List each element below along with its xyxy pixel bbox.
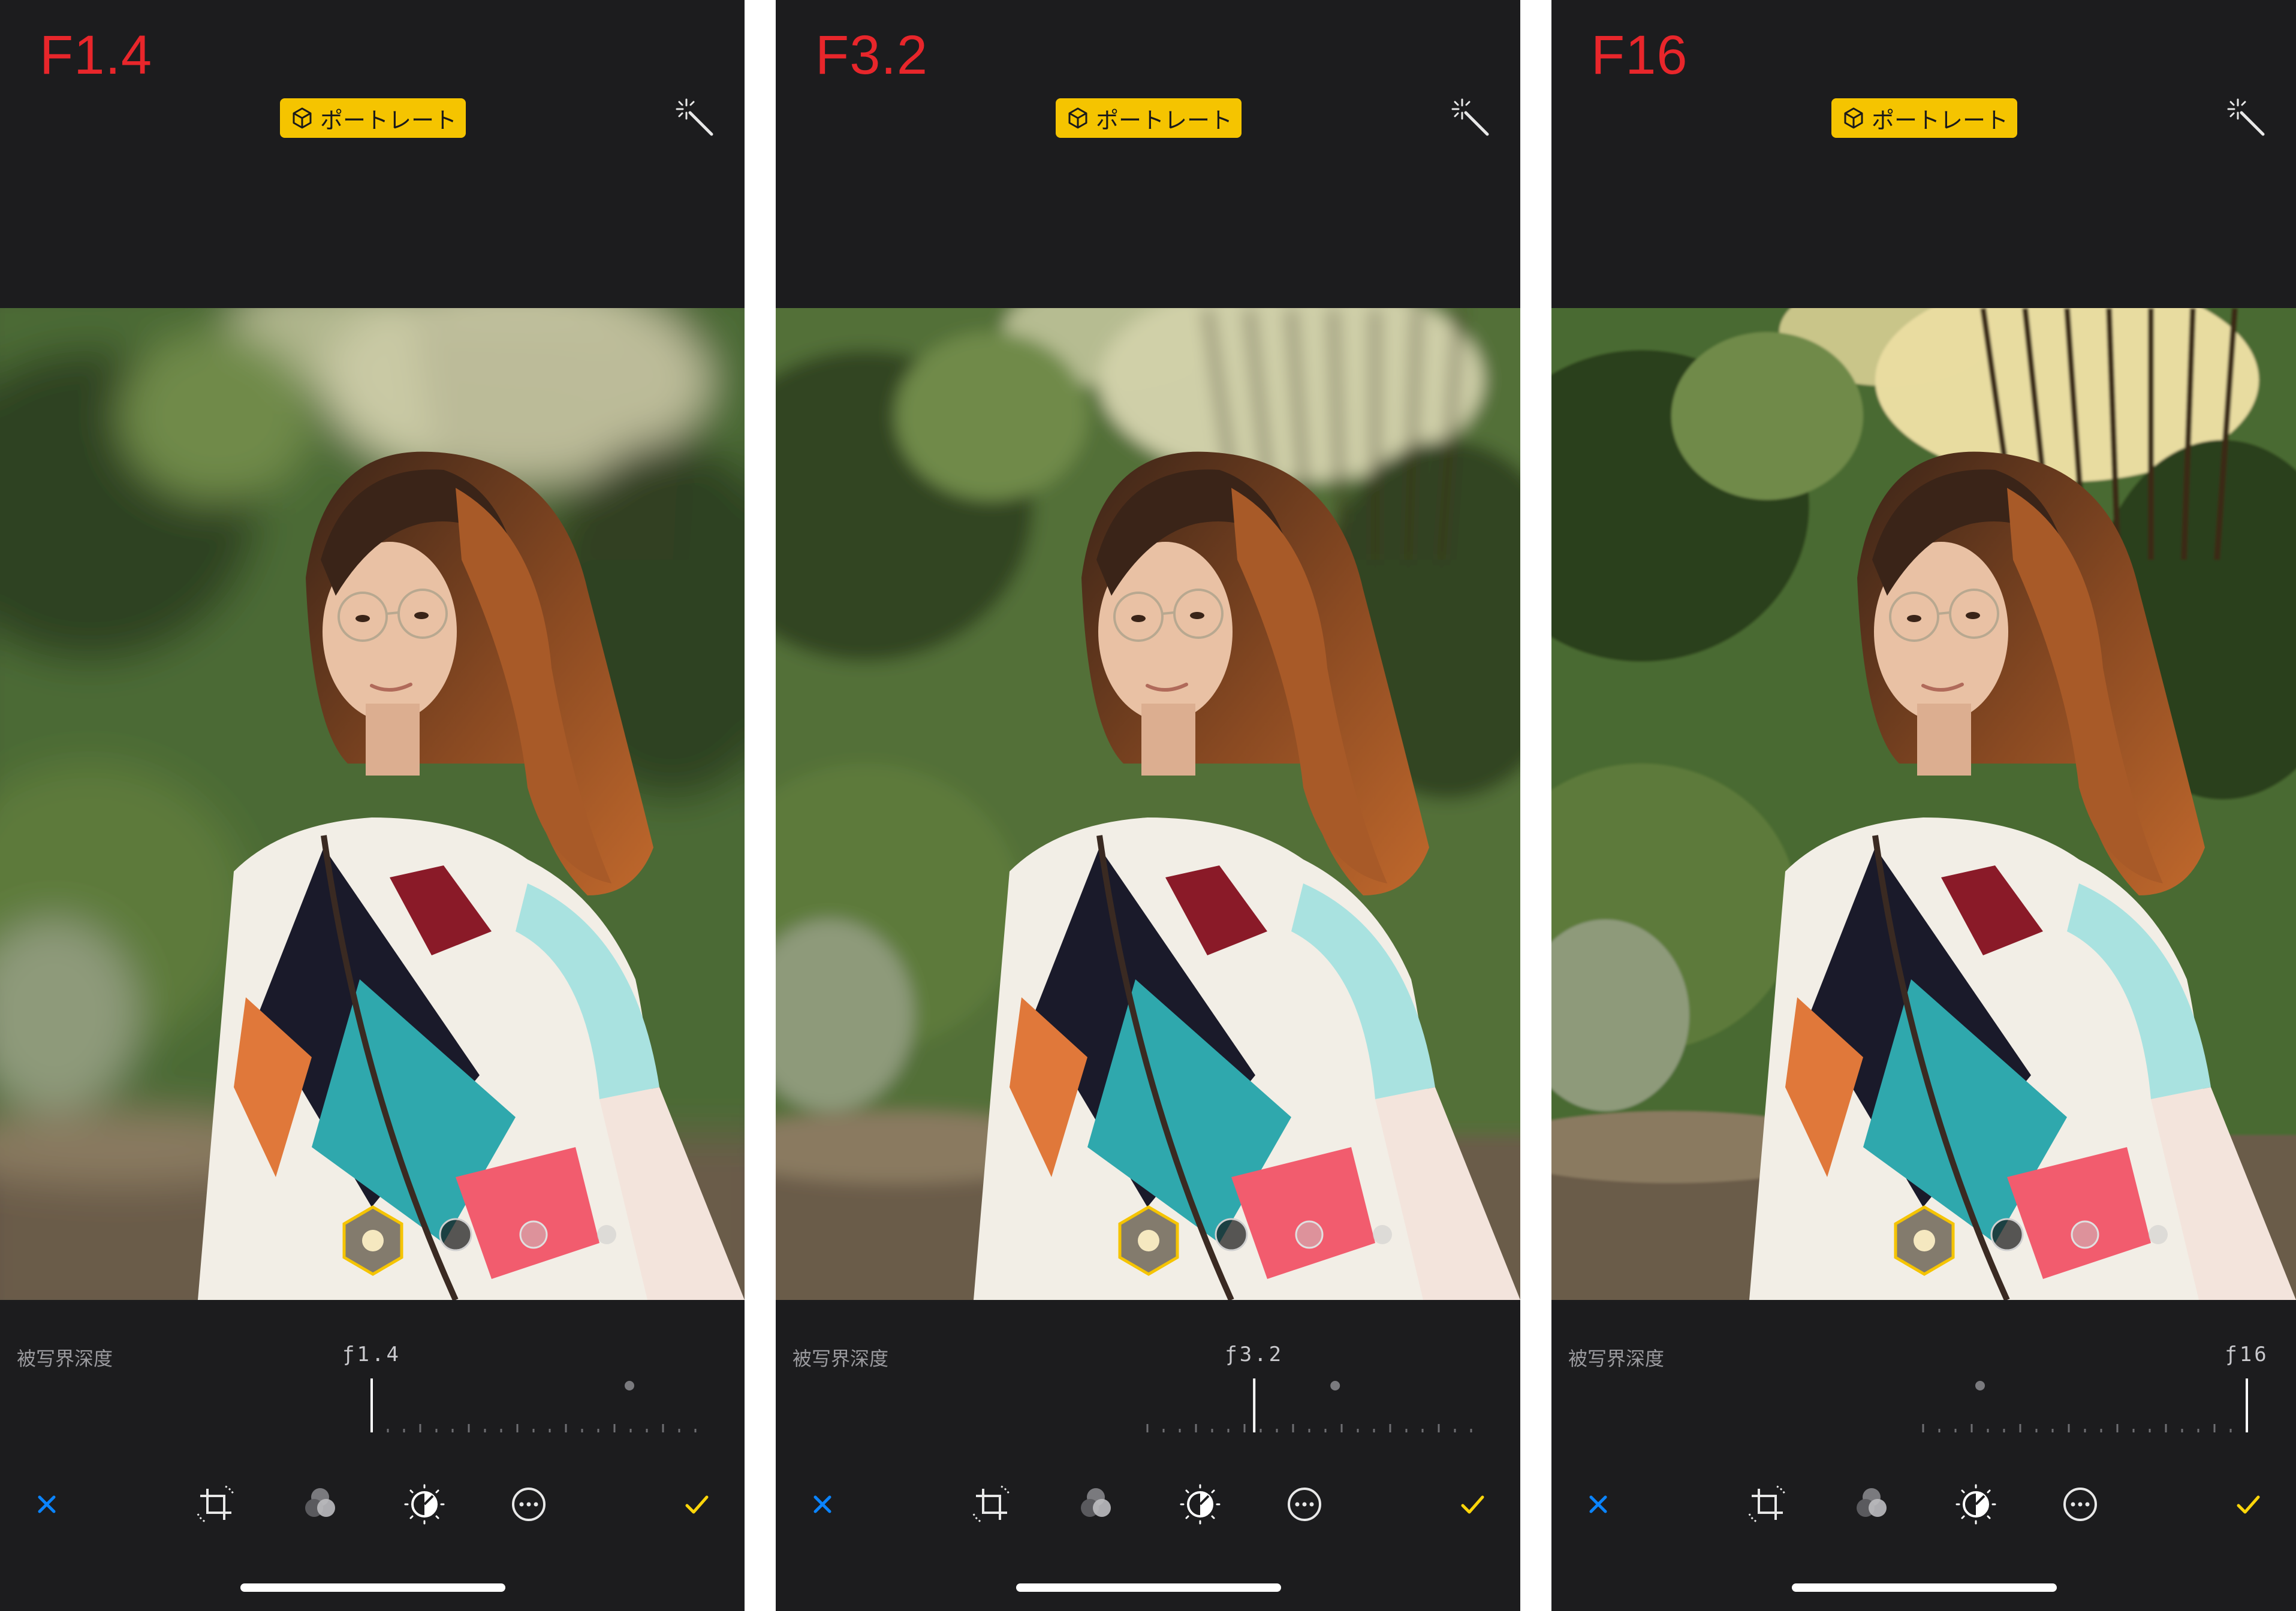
cancel-button[interactable] [23,1480,71,1528]
magic-wand-icon[interactable] [674,97,716,139]
depth-control: 被写界深度 ƒ16 [1551,1337,2296,1432]
done-check-icon [685,1495,709,1514]
crop-rotate-button[interactable] [192,1480,240,1528]
portrait-photo [776,308,1520,1300]
depth-slider[interactable] [0,1337,745,1432]
home-indicator [240,1583,505,1592]
cancel-x-icon [38,1495,56,1513]
default-depth-marker [625,1381,634,1390]
depth-control: 被写界深度 ƒ1.4 [0,1337,745,1432]
depth-slider[interactable] [776,1337,1520,1432]
more-options-icon [1288,1488,1321,1521]
done-button[interactable] [2224,1480,2272,1528]
adjust-dial-icon [1180,1484,1221,1525]
more-options-icon [512,1488,546,1521]
filters-icon [1857,1488,1887,1517]
filters-button[interactable] [1072,1480,1120,1528]
done-button[interactable] [673,1480,721,1528]
crop-rotate-button[interactable] [1743,1480,1791,1528]
more-options-button[interactable] [505,1480,553,1528]
cancel-x-icon [813,1495,831,1513]
adjust-dial-icon [404,1484,445,1525]
home-indicator [1792,1583,2057,1592]
aperture-title: F3.2 [815,25,929,86]
editor-panel-f16: F16 ポートレート 被写界深度 ƒ16 [1551,0,2296,1611]
cancel-button[interactable] [799,1480,846,1528]
done-check-icon [2237,1495,2260,1514]
filters-button[interactable] [1848,1480,1896,1528]
adjust-button[interactable] [1952,1480,2000,1528]
editor-panel-f3-2: F3.2 ポートレート 被写界深度 ƒ3.2 [776,0,1520,1611]
portrait-mode-label: ポートレート [1871,107,2008,134]
filters-icon [1081,1488,1111,1517]
edit-toolbar [776,1480,1520,1540]
portrait-mode-badge[interactable]: ポートレート [280,98,466,138]
home-indicator [1016,1583,1281,1592]
filters-icon [305,1488,335,1517]
adjust-dial-icon [1955,1484,1996,1525]
portrait-mode-label: ポートレート [320,107,457,134]
portrait-mode-badge[interactable]: ポートレート [1831,98,2017,138]
default-depth-marker [1330,1381,1340,1390]
portrait-photo [1551,308,2296,1300]
magic-wand-icon[interactable] [1450,97,1492,139]
more-options-button[interactable] [1280,1480,1328,1528]
portrait-mode-label: ポートレート [1095,107,1233,134]
more-options-icon [2063,1488,2097,1521]
cube-icon [293,107,312,129]
done-button[interactable] [1448,1480,1496,1528]
aperture-title: F1.4 [40,25,153,86]
default-depth-marker [1975,1381,1985,1390]
edit-toolbar [0,1480,745,1540]
adjust-button[interactable] [1176,1480,1224,1528]
cube-icon [1068,107,1087,129]
portrait-photo [0,308,745,1300]
adjust-button[interactable] [400,1480,448,1528]
cancel-x-icon [1589,1495,1607,1513]
depth-slider[interactable] [1551,1337,2296,1432]
crop-rotate-icon [972,1485,1011,1523]
depth-control: 被写界深度 ƒ3.2 [776,1337,1520,1432]
crop-rotate-icon [197,1485,235,1523]
cube-icon [1844,107,1863,129]
aperture-title: F16 [1591,25,1688,86]
more-options-button[interactable] [2056,1480,2104,1528]
portrait-mode-badge[interactable]: ポートレート [1056,98,1242,138]
cancel-button[interactable] [1574,1480,1622,1528]
crop-rotate-button[interactable] [968,1480,1016,1528]
editor-panel-f1-4: F1.4 ポートレート 被写界深度 ƒ1.4 [0,0,745,1611]
filters-button[interactable] [296,1480,344,1528]
edit-toolbar [1551,1480,2296,1540]
magic-wand-icon[interactable] [2226,97,2268,139]
done-check-icon [1461,1495,1484,1514]
crop-rotate-icon [1748,1485,1786,1523]
